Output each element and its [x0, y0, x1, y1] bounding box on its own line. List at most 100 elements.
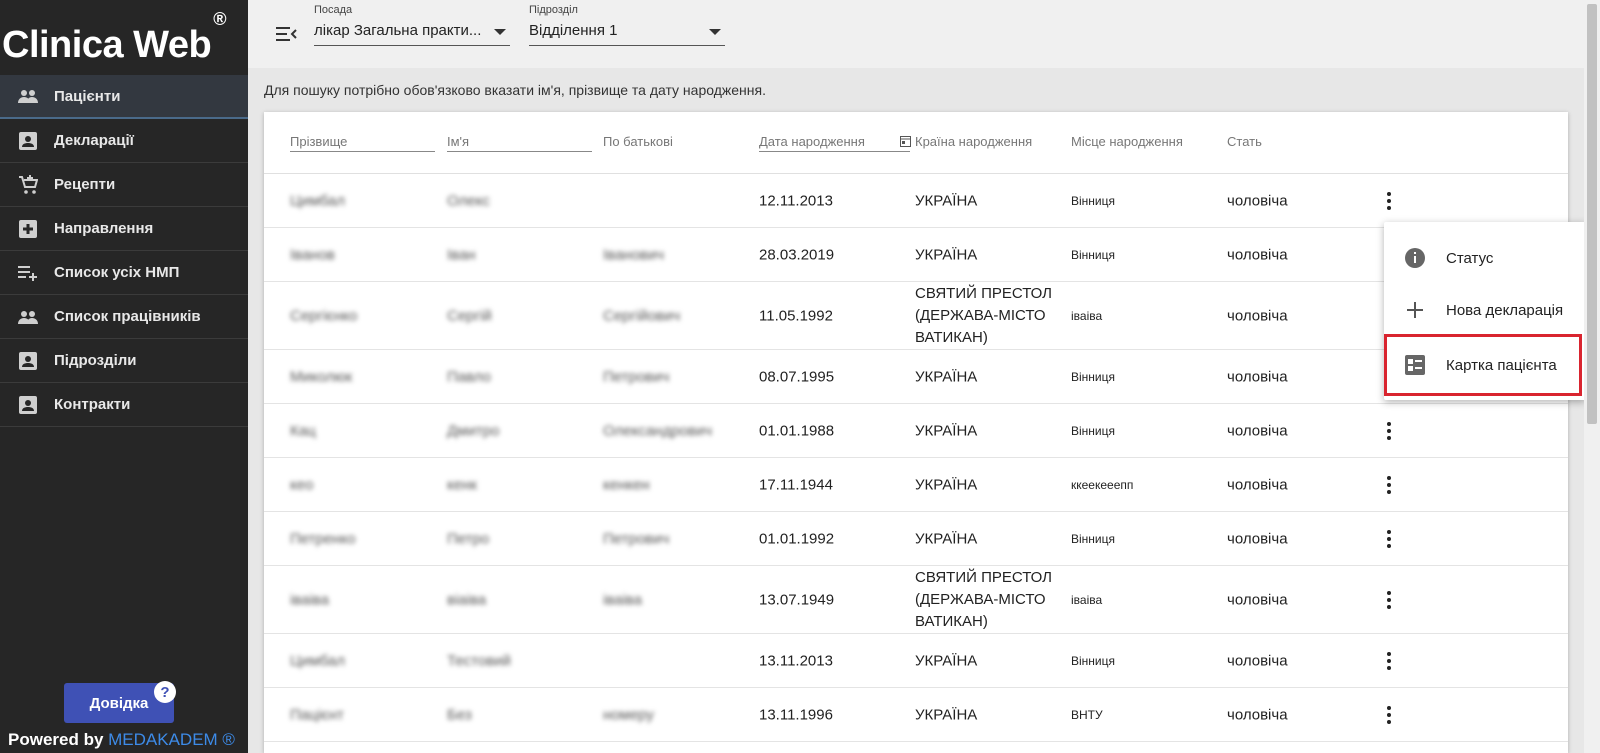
sidebar-item-label: Пацієнти [54, 87, 121, 105]
cell-birth-date: 11.05.1992 [759, 307, 833, 324]
row-menu-icon[interactable] [1379, 527, 1399, 551]
cell-name: віаіва [447, 591, 487, 608]
filter-name[interactable]: Ім'я [447, 134, 592, 152]
cell-country: УКРАЇНА [915, 192, 978, 209]
menu-collapse-icon[interactable] [274, 24, 298, 44]
department-caption: Підрозділ [529, 4, 578, 16]
sidebar-item-nmp-list[interactable]: Список усіх НМП [0, 251, 248, 295]
filter-surname[interactable]: Прізвище [290, 134, 435, 152]
cell-country: УКРАЇНА [915, 368, 978, 385]
cell-place: ВНТУ [1071, 707, 1103, 722]
contact-card-icon [18, 395, 38, 415]
row-menu-icon[interactable] [1379, 649, 1399, 673]
sidebar-item-label: Направлення [54, 220, 154, 237]
cell-country: УКРАЇНА [915, 476, 978, 493]
sidebar-item-prescriptions[interactable]: Рецепти [0, 163, 248, 207]
sidebar-item-label: Контракти [54, 396, 131, 413]
sidebar-item-departments[interactable]: Підрозділи [0, 339, 248, 383]
sidebar-item-referrals[interactable]: Направлення [0, 207, 248, 251]
cell-name: Тестовий [447, 652, 511, 669]
table-row[interactable]: Цимбал Тестовий 13.11.2013 УКРАЇНА Вінни… [264, 634, 1568, 688]
sidebar-item-label: Рецепти [54, 176, 116, 193]
cell-country: УКРАЇНА [915, 652, 978, 669]
position-select[interactable]: Посада лікар Загальна практи... [314, 4, 510, 46]
cell-name: Павло [447, 368, 492, 385]
cell-name: Петро [447, 530, 490, 547]
filter-birth-date[interactable]: Дата народження [759, 134, 910, 152]
app-logo: Clinica Web® [2, 9, 226, 66]
cell-place: іваіва [1071, 592, 1103, 607]
table-row[interactable]: Кац Дмитро Олександрович 01.01.1988 УКРА… [264, 404, 1568, 458]
people-icon [18, 307, 38, 327]
cell-place: іваіва [1071, 308, 1103, 323]
cell-surname: Цимбал [290, 192, 345, 209]
cell-birth-date: 13.07.1949 [759, 591, 835, 608]
table-row[interactable]: Сергієнко Сергій Сергійович 11.05.1992 С… [264, 282, 1568, 350]
cell-place: Вінниця [1071, 653, 1115, 668]
cell-surname: Миколюк [290, 368, 353, 385]
page-scrollbar[interactable] [1584, 0, 1600, 753]
table-row[interactable]: Цимбал Олекс 12.11.2013 УКРАЇНА Вінниця … [264, 174, 1568, 228]
sidebar-item-label: Список усіх НМП [54, 264, 180, 281]
row-menu-icon[interactable] [1379, 189, 1399, 213]
cell-sex: чоловіча [1227, 530, 1288, 547]
top-bar: Посада лікар Загальна практи... Підрозді… [248, 0, 1584, 68]
brand-link[interactable]: MEDAKADEM ® [108, 730, 235, 749]
medical-cross-icon [18, 219, 38, 239]
search-hint: Для пошуку потрібно обов'язково вказати … [264, 82, 766, 98]
cell-patronymic: іваіва [603, 591, 642, 608]
sidebar-item-patients[interactable]: Пацієнти [0, 75, 248, 119]
cell-sex: чоловіча [1227, 368, 1288, 385]
cell-sex: чоловіча [1227, 652, 1288, 669]
row-menu-icon[interactable] [1379, 588, 1399, 612]
table-row[interactable]: Миколюк Павло Петрович 08.07.1995 УКРАЇН… [264, 350, 1568, 404]
cell-place: ккеекееепп [1071, 477, 1134, 492]
powered-by-prefix: Powered by [8, 730, 109, 749]
sidebar-item-label: Підрозділи [54, 352, 137, 369]
row-menu-icon[interactable] [1379, 703, 1399, 727]
header-sex: Стать [1227, 134, 1262, 149]
row-context-menu: Статус Нова декларація Картка пацієнта [1384, 222, 1586, 400]
table-row[interactable]: Іванов Іван Іванович 28.03.2019 УКРАЇНА … [264, 228, 1568, 282]
table-row[interactable]: іваіва віаіва іваіва 13.07.1949 СВЯТИЙ П… [264, 566, 1568, 634]
help-icon: ? [154, 681, 176, 703]
menu-item-label: Статус [1446, 249, 1494, 267]
sidebar-item-label: Список працівників [54, 308, 201, 325]
cell-patronymic: Іванович [603, 246, 665, 263]
row-menu-icon[interactable] [1379, 419, 1399, 443]
chevron-down-icon [494, 29, 506, 35]
menu-item-new-declaration[interactable]: Нова декларація [1384, 284, 1586, 336]
table-row[interactable]: Петренко Петро Петрович 01.01.1992 УКРАЇ… [264, 512, 1568, 566]
scrollbar-thumb[interactable] [1587, 4, 1597, 424]
menu-item-status[interactable]: Статус [1384, 232, 1586, 284]
help-button[interactable]: Довідка ? [64, 681, 176, 723]
cell-country: УКРАЇНА [915, 530, 978, 547]
row-menu-icon[interactable] [1379, 473, 1399, 497]
table-row[interactable]: Пацієнт Без номеру 13.11.1996 УКРАЇНА ВН… [264, 688, 1568, 742]
filter-patronymic[interactable]: По батькові [603, 134, 673, 149]
header-country: Країна народження [915, 134, 1033, 149]
cell-name: Олекс [447, 192, 490, 209]
cell-patronymic: номеру [603, 706, 654, 723]
powered-by: Powered by MEDAKADEM ® [8, 730, 235, 750]
sidebar: Clinica Web® Пацієнти Декларації Рецепти… [0, 0, 248, 753]
cart-add-icon [18, 174, 38, 195]
sidebar-item-employees[interactable]: Список працівників [0, 295, 248, 339]
cell-country: УКРАЇНА [915, 706, 978, 723]
sidebar-item-contracts[interactable]: Контракти [0, 383, 248, 427]
cell-birth-date: 17.11.1944 [759, 476, 833, 493]
table-row[interactable]: кео кенк кенкен 17.11.1944 УКРАЇНА ккеек… [264, 458, 1568, 512]
sidebar-item-label: Декларації [54, 132, 134, 149]
menu-item-patient-card[interactable]: Картка пацієнта [1384, 334, 1582, 396]
department-select[interactable]: Підрозділ Відділення 1 [529, 4, 725, 46]
info-icon [1404, 247, 1426, 269]
cell-patronymic: Петрович [603, 530, 670, 547]
cell-name: кенк [447, 476, 477, 493]
calendar-icon[interactable] [900, 134, 912, 147]
contact-card-icon [18, 131, 38, 151]
cell-sex: чоловіча [1227, 476, 1288, 493]
cell-surname: іваіва [290, 591, 329, 608]
sidebar-item-declarations[interactable]: Декларації [0, 119, 248, 163]
cell-place: Вінниця [1071, 247, 1115, 262]
sidebar-nav: Пацієнти Декларації Рецепти Направлення … [0, 75, 248, 427]
